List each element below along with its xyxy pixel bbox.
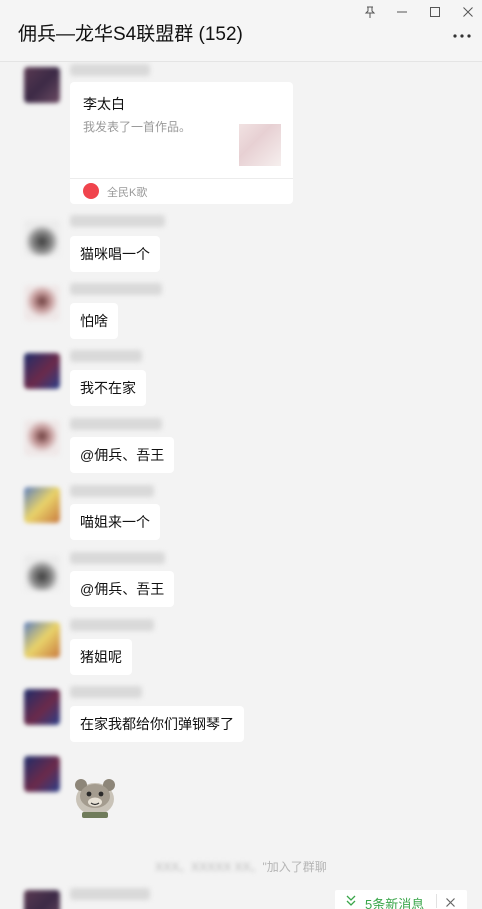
system-notice-text: "加入了群聊: [262, 860, 327, 874]
message-bubble[interactable]: 猪姐呢: [70, 639, 132, 675]
message-bubble[interactable]: @佣兵、吾王: [70, 571, 175, 607]
close-icon[interactable]: [454, 2, 482, 22]
sender-name: [70, 64, 150, 76]
avatar[interactable]: [24, 220, 60, 256]
more-icon[interactable]: [450, 26, 474, 46]
share-card[interactable]: 李太白 我发表了一首作品。 全民K歌: [70, 82, 293, 204]
message-bubble[interactable]: 猫咪唱一个: [70, 236, 160, 272]
avatar[interactable]: [24, 67, 60, 103]
sender-name: [70, 418, 162, 430]
avatar[interactable]: [24, 689, 60, 725]
close-icon[interactable]: [445, 895, 456, 909]
avatar[interactable]: [24, 285, 60, 321]
message-bubble[interactable]: 怕啥: [70, 303, 118, 339]
divider: [436, 894, 437, 908]
avatar[interactable]: [24, 353, 60, 389]
sender-name: [70, 888, 150, 900]
avatar[interactable]: [24, 555, 60, 591]
title-bar: 佣兵—龙华S4联盟群 (152): [0, 0, 482, 62]
system-notice: XXX、XXXXX XX、"加入了群聊: [0, 858, 482, 875]
avatar[interactable]: [24, 756, 60, 792]
message-bubble[interactable]: @佣兵、吾王: [70, 437, 175, 473]
chat-area[interactable]: 李太白 我发表了一首作品。 全民K歌 猫咪唱一个 怕啥 我不在家 @佣兵、吾王 …: [0, 62, 482, 909]
message-bubble[interactable]: 在家我都给你们弹钢琴了: [70, 706, 244, 742]
sender-name: [70, 485, 154, 497]
double-chevron-down-icon: [345, 894, 357, 909]
avatar[interactable]: [24, 487, 60, 523]
avatar[interactable]: [24, 622, 60, 658]
message-bubble[interactable]: 喵姐来一个: [70, 504, 160, 540]
pin-icon[interactable]: [356, 2, 384, 22]
sender-name: [70, 686, 142, 698]
chat-title: 佣兵—龙华S4联盟群 (152): [18, 24, 243, 45]
card-title: 李太白: [83, 96, 125, 112]
kge-app-icon: [83, 183, 99, 199]
maximize-icon[interactable]: [421, 2, 449, 22]
new-messages-button[interactable]: 5条新消息: [335, 890, 467, 909]
sender-name: [70, 215, 165, 227]
card-divider: [70, 178, 293, 179]
bear-sticker[interactable]: [70, 772, 120, 822]
sender-name: [70, 283, 162, 295]
message-bubble[interactable]: 我不在家: [70, 370, 146, 406]
avatar[interactable]: [24, 420, 60, 456]
avatar[interactable]: [24, 890, 60, 909]
sender-name: [70, 619, 154, 631]
card-description: 我发表了一首作品。: [83, 120, 192, 134]
new-messages-label: 5条新消息: [365, 897, 425, 909]
sender-name: [70, 350, 142, 362]
card-thumbnail: [239, 124, 281, 166]
minimize-icon[interactable]: [388, 2, 416, 22]
card-source: 全民K歌: [107, 187, 148, 199]
system-notice-names: XXX、XXXXX XX、: [155, 860, 263, 874]
sender-name: [70, 552, 165, 564]
